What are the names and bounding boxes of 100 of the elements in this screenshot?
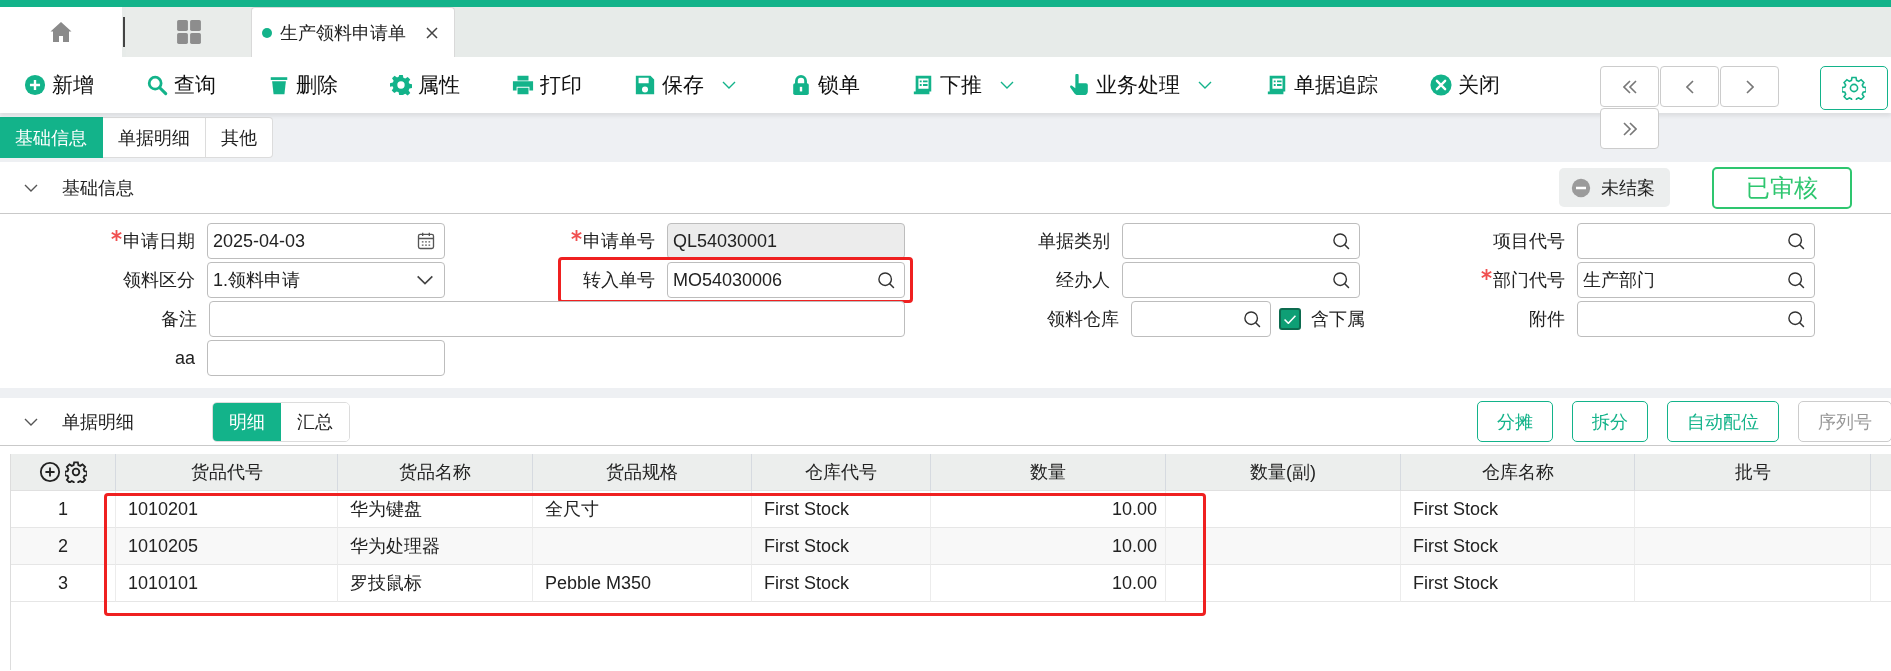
double-chevron-right-icon bbox=[1622, 121, 1637, 136]
column-header[interactable]: 数量 bbox=[931, 454, 1166, 491]
input-field[interactable]: 生产部门 bbox=[1577, 262, 1815, 298]
double-chevron-left-icon bbox=[1622, 79, 1637, 94]
table-cell: First Stock bbox=[1401, 528, 1635, 565]
document-list-icon bbox=[912, 74, 934, 96]
tab-title: 生产领料申请单 bbox=[280, 21, 406, 45]
input-field[interactable] bbox=[1122, 262, 1360, 298]
field-label: 转入单号 bbox=[583, 269, 655, 292]
toolbar-button[interactable]: 保存 bbox=[634, 71, 738, 99]
input-field[interactable]: 2025-04-03 bbox=[207, 223, 445, 259]
settings-icon[interactable] bbox=[65, 461, 87, 483]
field-label: 申请日期 bbox=[123, 230, 195, 253]
table-cell: First Stock bbox=[752, 528, 931, 565]
input-field[interactable]: MO54030006 bbox=[667, 262, 905, 298]
toolbar-button[interactable]: 属性 bbox=[390, 71, 460, 99]
lock-icon bbox=[790, 74, 812, 96]
table-cell: First Stock bbox=[1401, 565, 1635, 602]
field-label: 项目代号 bbox=[1493, 230, 1565, 253]
checkbox-label: 含下属 bbox=[1311, 308, 1365, 331]
column-header[interactable]: 仓库代号 bbox=[752, 454, 931, 491]
approval-stamp: 已审核 bbox=[1712, 166, 1852, 209]
field-value: 1.领料申请 bbox=[213, 269, 301, 292]
field-value: 生产部门 bbox=[1583, 269, 1656, 292]
settings-button[interactable] bbox=[1820, 66, 1888, 110]
table-cell: First Stock bbox=[752, 565, 931, 602]
field-label: 申请单号 bbox=[583, 230, 655, 253]
view-tab[interactable]: 其他 bbox=[206, 117, 273, 158]
view-tab[interactable]: 单据明细 bbox=[103, 117, 206, 158]
grid-icon bbox=[175, 19, 202, 45]
gear-icon bbox=[390, 74, 412, 96]
next-record-button[interactable] bbox=[1720, 66, 1779, 107]
search-icon bbox=[1786, 231, 1806, 251]
field-label: 附件 bbox=[1529, 308, 1565, 331]
column-header[interactable]: 仓库名称 bbox=[1401, 454, 1635, 491]
toolbar-button[interactable]: 删除 bbox=[268, 71, 338, 99]
column-header[interactable]: 货品代号 bbox=[116, 454, 338, 491]
toolbar-button[interactable]: 打印 bbox=[512, 71, 582, 99]
section-title: 单据明细 bbox=[62, 410, 135, 434]
table-cell: 华为处理器 bbox=[338, 528, 533, 565]
toolbar-button[interactable]: 新增 bbox=[24, 71, 94, 99]
toolbar-button[interactable]: 业务处理 bbox=[1068, 71, 1214, 99]
last-record-button[interactable] bbox=[1600, 108, 1659, 149]
input-field[interactable]: QL54030001 bbox=[667, 223, 905, 259]
input-field[interactable] bbox=[1577, 301, 1815, 337]
column-header[interactable]: 货品名称 bbox=[338, 454, 533, 491]
field-label: aa bbox=[174, 347, 195, 369]
toolbar-button[interactable]: 关闭 bbox=[1430, 71, 1500, 99]
minus-circle-icon bbox=[1571, 177, 1591, 198]
table-cell: 10.00 bbox=[931, 528, 1166, 565]
pointing-hand-icon bbox=[1068, 74, 1090, 96]
row-number: 2 bbox=[11, 528, 116, 565]
toolbar-button[interactable]: 查询 bbox=[146, 71, 216, 99]
home-tab[interactable] bbox=[0, 7, 122, 57]
input-field[interactable] bbox=[1577, 223, 1815, 259]
table-cell: Pebble M350 bbox=[533, 565, 752, 602]
table-cell: 10.00 bbox=[931, 565, 1166, 602]
input-field[interactable] bbox=[1131, 301, 1271, 337]
search-icon bbox=[1331, 270, 1351, 290]
field-label: 部门代号 bbox=[1493, 269, 1565, 292]
field-label: 领料区分 bbox=[123, 269, 195, 292]
chevron-left-icon bbox=[1685, 79, 1694, 94]
section-title: 基础信息 bbox=[62, 176, 134, 200]
printer-icon bbox=[512, 74, 534, 96]
table-cell: 1010101 bbox=[116, 565, 338, 602]
document-tab[interactable]: 生产领料申请单 bbox=[251, 7, 455, 57]
toolbar-button[interactable]: 单据追踪 bbox=[1266, 71, 1378, 99]
close-icon bbox=[1430, 74, 1452, 96]
checkbox[interactable] bbox=[1279, 308, 1301, 330]
home-icon bbox=[49, 20, 73, 44]
plus-circle-icon bbox=[24, 74, 46, 96]
status-text: 未结案 bbox=[1601, 176, 1655, 200]
column-header[interactable]: 货品规格 bbox=[533, 454, 752, 491]
field-label: 备注 bbox=[161, 308, 197, 331]
previous-record-button[interactable] bbox=[1660, 66, 1719, 107]
trash-icon bbox=[268, 74, 290, 96]
table-cell: 罗技鼠标 bbox=[338, 565, 533, 602]
add-row-icon[interactable] bbox=[39, 461, 61, 483]
input-field[interactable] bbox=[209, 301, 905, 337]
search-icon bbox=[876, 270, 896, 290]
search-icon bbox=[1331, 231, 1351, 251]
field-value: 2025-04-03 bbox=[213, 230, 307, 252]
column-header[interactable]: 数量(副) bbox=[1166, 454, 1401, 491]
toolbar-button[interactable]: 下推 bbox=[912, 71, 1016, 99]
field-label: 经办人 bbox=[1056, 269, 1110, 292]
input-field[interactable] bbox=[207, 340, 445, 376]
calendar-icon[interactable] bbox=[416, 231, 436, 251]
search-icon bbox=[1786, 270, 1806, 290]
input-field[interactable] bbox=[1122, 223, 1360, 259]
dropdown-field[interactable]: 1.领料申请 bbox=[207, 262, 445, 298]
first-record-button[interactable] bbox=[1600, 66, 1659, 107]
search-icon bbox=[146, 74, 168, 96]
settings-icon bbox=[1842, 76, 1866, 100]
document-list-icon bbox=[1266, 74, 1288, 96]
search-icon bbox=[1786, 309, 1806, 329]
column-header[interactable]: 批号 bbox=[1635, 454, 1871, 491]
table-cell: 1010205 bbox=[116, 528, 338, 565]
field-label: 领料仓库 bbox=[1047, 308, 1119, 331]
field-value: MO54030006 bbox=[673, 269, 784, 291]
toolbar-button[interactable]: 锁单 bbox=[790, 71, 860, 99]
